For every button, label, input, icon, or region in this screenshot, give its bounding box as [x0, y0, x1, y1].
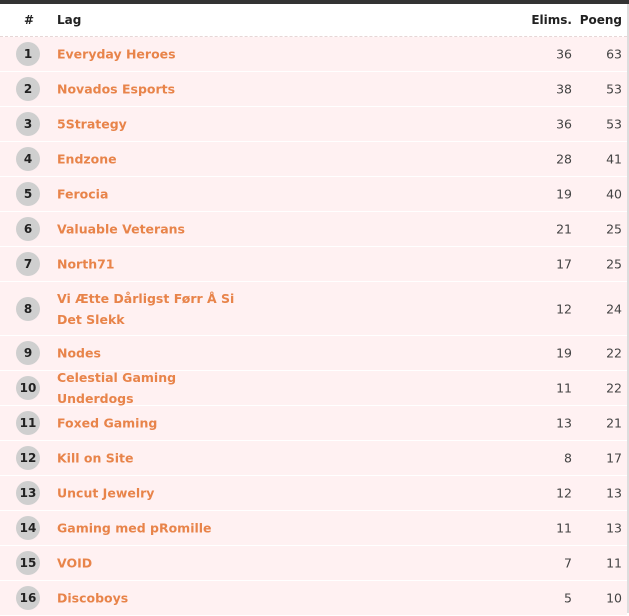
elims-value: 11 [556, 380, 572, 396]
table-row: 7 North71 17 25 [0, 247, 627, 282]
points-value: 40 [606, 186, 622, 202]
rank-badge: 4 [16, 147, 40, 171]
table-row: 9 Nodes 19 22 [0, 336, 627, 371]
table-row: 14 Gaming med pRomille 11 13 [0, 511, 627, 546]
table-row: 5 Ferocia 19 40 [0, 177, 627, 212]
points-value: 22 [606, 380, 622, 396]
elims-value: 12 [556, 485, 572, 501]
rank-badge: 13 [16, 481, 40, 505]
elims-value: 7 [564, 555, 572, 571]
elims-value: 5 [564, 590, 572, 606]
team-link[interactable]: Everyday Heroes [57, 44, 247, 65]
header-rank[interactable]: # [24, 13, 34, 27]
standings-table: # Lag Elims. Poeng 1 Everyday Heroes 36 … [0, 4, 627, 616]
table-row: 13 Uncut Jewelry 12 13 [0, 476, 627, 511]
points-value: 17 [606, 450, 622, 466]
elims-value: 8 [564, 450, 572, 466]
team-link[interactable]: Kill on Site [57, 448, 247, 469]
team-link[interactable]: Gaming med pRomille [57, 518, 247, 539]
elims-value: 12 [556, 301, 572, 316]
table-header: # Lag Elims. Poeng [0, 4, 627, 37]
team-link[interactable]: VOID [57, 553, 247, 574]
rank-badge: 11 [16, 411, 40, 435]
points-value: 25 [606, 221, 622, 237]
rank-badge: 2 [16, 77, 40, 101]
table-row: 10 Celestial Gaming Underdogs 11 22 [0, 370, 627, 406]
table-row: 2 Novados Esports 38 53 [0, 72, 627, 107]
rank-badge: 10 [16, 376, 40, 400]
table-row: 3 5Strategy 36 53 [0, 107, 627, 142]
rank-badge: 1 [16, 42, 40, 66]
elims-value: 21 [556, 221, 572, 237]
rank-badge: 9 [16, 341, 40, 365]
team-link[interactable]: Valuable Veterans [57, 219, 247, 240]
team-link[interactable]: Discoboys [57, 588, 247, 609]
team-link[interactable]: 5Strategy [57, 114, 247, 135]
elims-value: 17 [556, 256, 572, 272]
team-link[interactable]: Celestial Gaming Underdogs [57, 367, 247, 409]
points-value: 53 [606, 116, 622, 132]
header-elims[interactable]: Elims. [531, 13, 572, 27]
elims-value: 11 [556, 520, 572, 536]
points-value: 11 [606, 555, 622, 571]
points-value: 10 [606, 590, 622, 606]
table-row: 16 Discoboys 5 10 [0, 581, 627, 616]
elims-value: 19 [556, 186, 572, 202]
header-points[interactable]: Poeng [580, 13, 622, 27]
table-row: 4 Endzone 28 41 [0, 142, 627, 177]
table-row: 12 Kill on Site 8 17 [0, 441, 627, 476]
team-link[interactable]: Vi Ætte Dårligst Førr Å Si Det Slekk [57, 288, 247, 330]
elims-value: 36 [556, 46, 572, 62]
elims-value: 38 [556, 81, 572, 97]
points-value: 13 [606, 520, 622, 536]
table-row: 6 Valuable Veterans 21 25 [0, 212, 627, 247]
elims-value: 19 [556, 345, 572, 361]
elims-value: 28 [556, 151, 572, 167]
table-row: 15 VOID 7 11 [0, 546, 627, 581]
rank-badge: 8 [16, 296, 40, 321]
team-link[interactable]: North71 [57, 254, 247, 275]
points-value: 53 [606, 81, 622, 97]
table-row: 8 Vi Ætte Dårligst Førr Å Si Det Slekk 1… [0, 282, 627, 336]
table-row: 1 Everyday Heroes 36 63 [0, 37, 627, 72]
points-value: 63 [606, 46, 622, 62]
points-value: 41 [606, 151, 622, 167]
rank-badge: 5 [16, 182, 40, 206]
rank-badge: 6 [16, 217, 40, 241]
rank-badge: 16 [16, 586, 40, 610]
points-value: 22 [606, 345, 622, 361]
rank-badge: 15 [16, 551, 40, 575]
team-link[interactable]: Novados Esports [57, 79, 247, 100]
team-link[interactable]: Endzone [57, 149, 247, 170]
rank-badge: 7 [16, 252, 40, 276]
header-team[interactable]: Lag [57, 13, 81, 27]
rank-badge: 12 [16, 446, 40, 470]
team-link[interactable]: Nodes [57, 343, 247, 364]
elims-value: 13 [556, 415, 572, 431]
rank-badge: 3 [16, 112, 40, 136]
team-link[interactable]: Ferocia [57, 184, 247, 205]
team-link[interactable]: Foxed Gaming [57, 413, 247, 434]
points-value: 13 [606, 485, 622, 501]
rank-badge: 14 [16, 516, 40, 540]
table-row: 11 Foxed Gaming 13 21 [0, 406, 627, 441]
points-value: 24 [606, 301, 622, 316]
points-value: 25 [606, 256, 622, 272]
team-link[interactable]: Uncut Jewelry [57, 483, 247, 504]
elims-value: 36 [556, 116, 572, 132]
points-value: 21 [606, 415, 622, 431]
